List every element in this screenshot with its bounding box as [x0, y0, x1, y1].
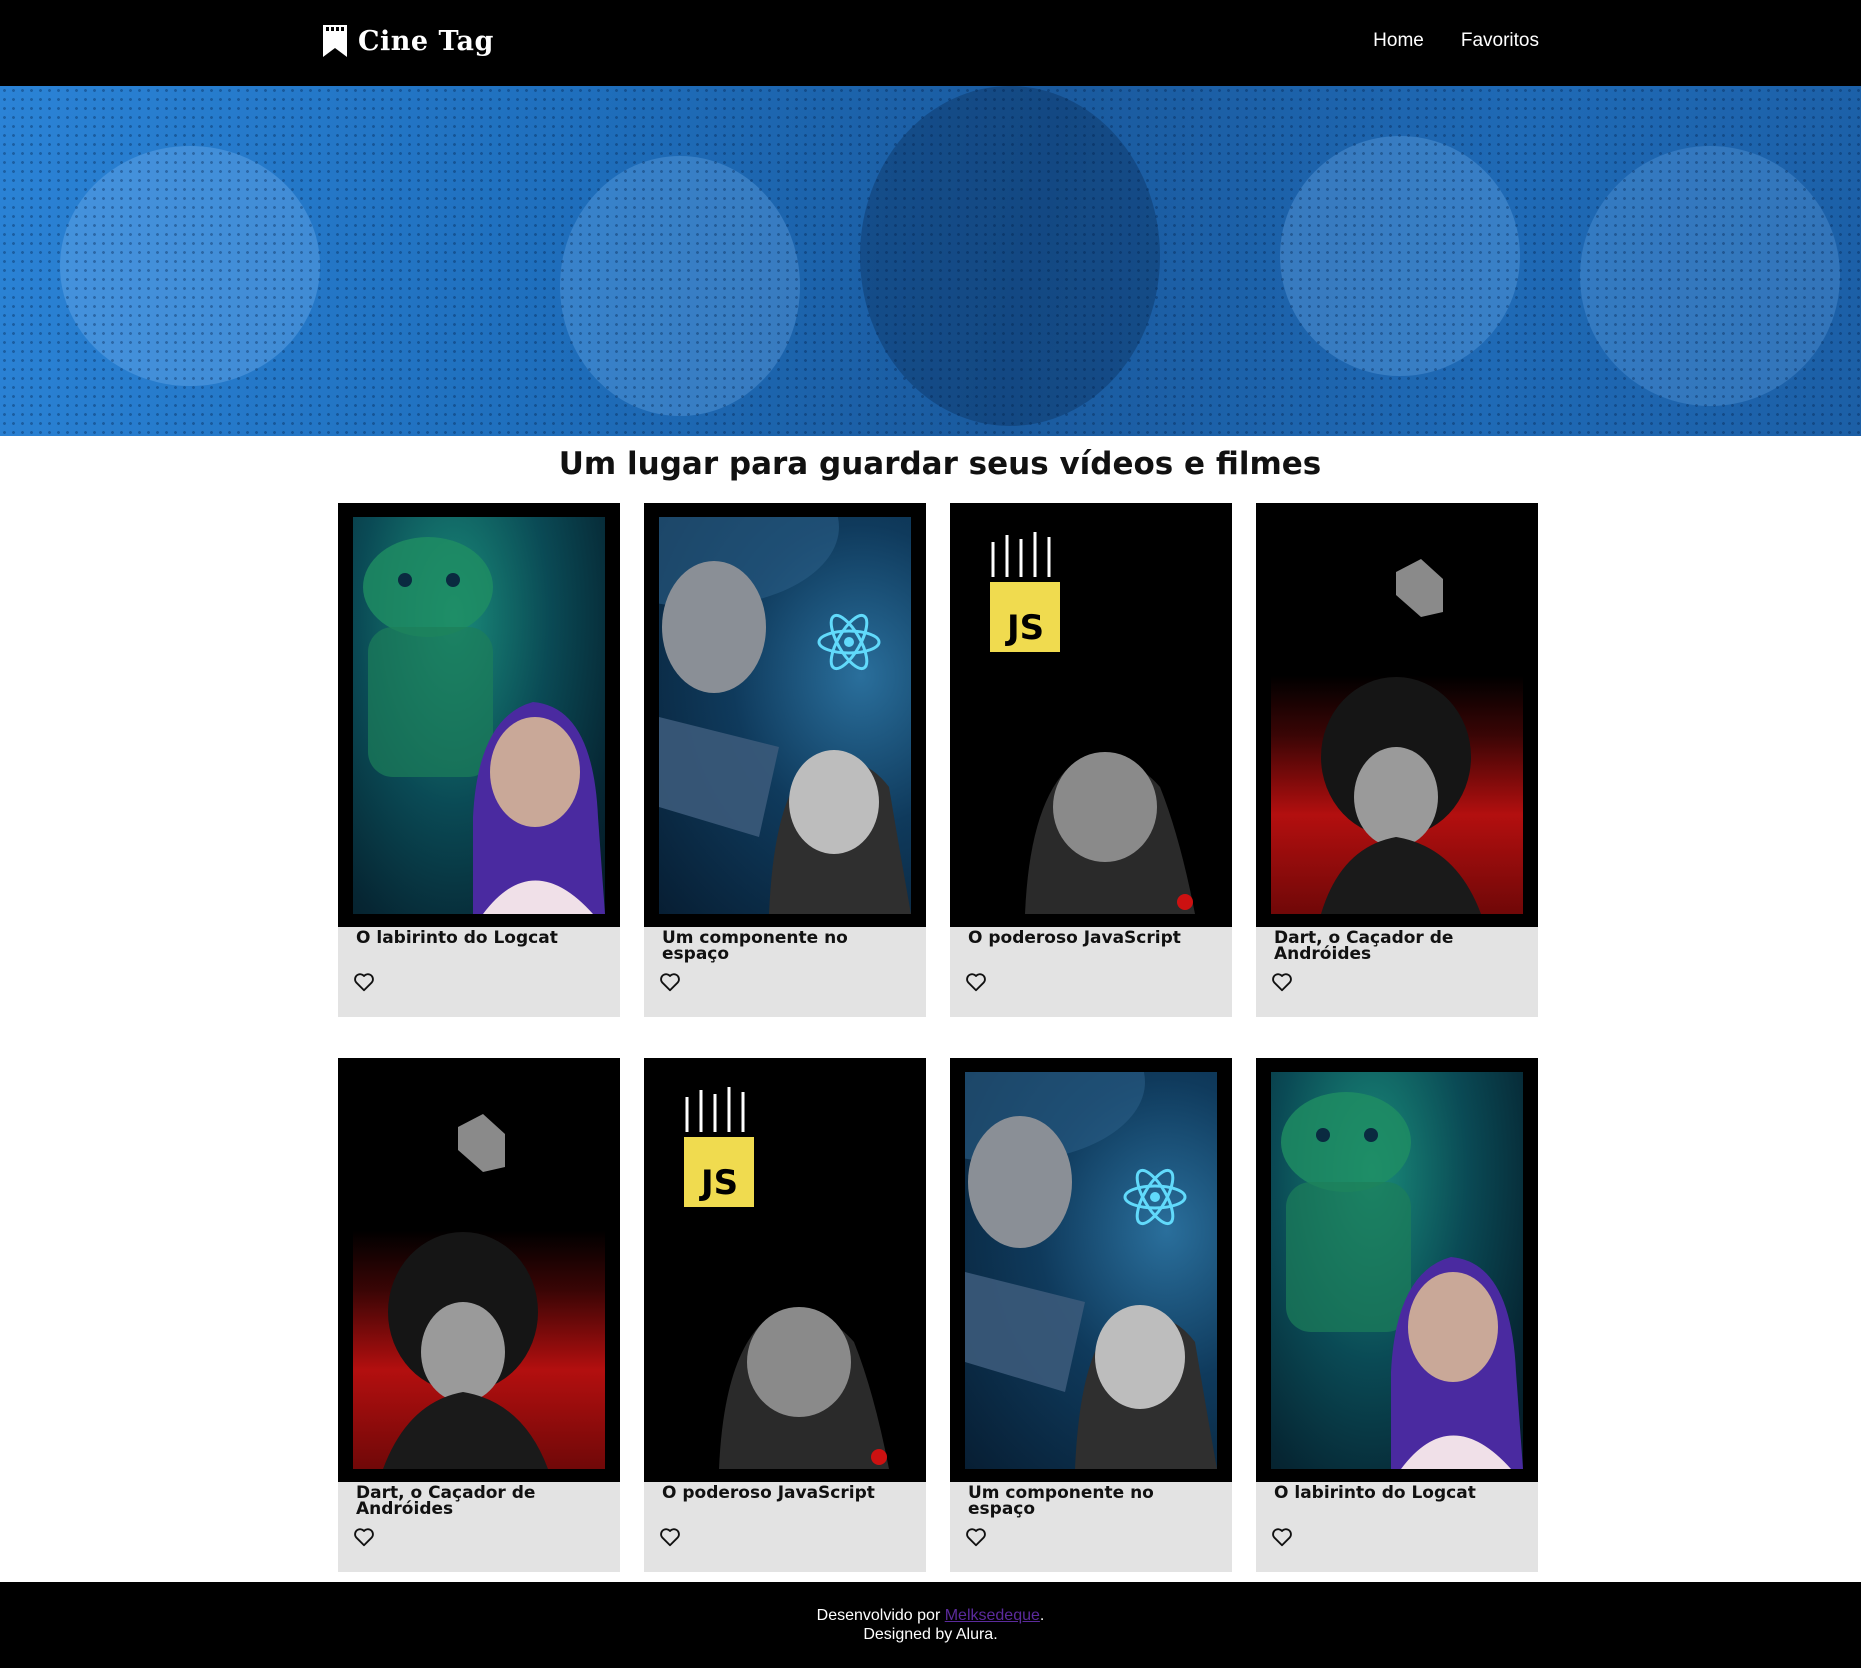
author-link[interactable]: Melksedeque: [945, 1607, 1040, 1624]
svg-text:JS: JS: [699, 1163, 738, 1203]
video-thumbnail[interactable]: [338, 503, 620, 927]
video-title: Dart, o Caçador de Andróides: [356, 1483, 536, 1519]
brand-logo[interactable]: Cine Tag: [322, 24, 494, 58]
heart-outline-icon[interactable]: [353, 1526, 375, 1548]
heart-outline-icon[interactable]: [1271, 1526, 1293, 1548]
video-title: Um componente no espaço: [968, 1483, 1154, 1519]
bookmark-icon: [323, 25, 347, 57]
hero-banner: [0, 86, 1861, 436]
video-grid: O labirinto do Logcat Um componente no e…: [338, 503, 1538, 1572]
brand-name: Cine Tag: [358, 25, 494, 57]
video-title: O poderoso JavaScript: [662, 1483, 875, 1503]
video-thumbnail[interactable]: [338, 1058, 620, 1482]
heart-outline-icon[interactable]: [1271, 971, 1293, 993]
video-card[interactable]: JS O poderoso JavaScript: [644, 1058, 926, 1572]
video-thumbnail[interactable]: [1256, 1058, 1538, 1482]
video-card[interactable]: Um componente no espaço: [644, 503, 926, 1017]
site-header: Cine Tag Home Favoritos: [0, 0, 1861, 86]
footer-designed-by: Designed by Alura.: [863, 1626, 998, 1643]
footer-credit: Desenvolvido por Melksedeque.: [0, 1606, 1861, 1625]
video-title: O labirinto do Logcat: [1274, 1483, 1476, 1503]
video-card[interactable]: JS O poderoso JavaScript: [950, 503, 1232, 1017]
video-card[interactable]: O labirinto do Logcat: [1256, 1058, 1538, 1572]
video-card[interactable]: Dart, o Caçador de Andróides: [1256, 503, 1538, 1017]
heart-outline-icon[interactable]: [659, 971, 681, 993]
page-title: Um lugar para guardar seus vídeos e film…: [558, 446, 1322, 482]
video-thumbnail[interactable]: [644, 503, 926, 927]
video-title: Um componente no espaço: [662, 928, 848, 964]
heart-outline-icon[interactable]: [965, 971, 987, 993]
video-title: Dart, o Caçador de Andróides: [1274, 928, 1454, 964]
video-thumbnail[interactable]: JS: [644, 1058, 926, 1482]
footer-prefix: Desenvolvido por: [816, 1607, 941, 1624]
heart-outline-icon[interactable]: [965, 1526, 987, 1548]
video-title: O poderoso JavaScript: [968, 928, 1181, 948]
video-card[interactable]: Um componente no espaço: [950, 1058, 1232, 1572]
svg-text:JS: JS: [1005, 608, 1044, 648]
video-thumbnail[interactable]: [950, 1058, 1232, 1482]
site-footer: Desenvolvido por Melksedeque. Designed b…: [0, 1582, 1861, 1668]
heart-outline-icon[interactable]: [353, 971, 375, 993]
video-title: O labirinto do Logcat: [356, 928, 558, 948]
heart-outline-icon[interactable]: [659, 1526, 681, 1548]
video-thumbnail[interactable]: JS: [950, 503, 1232, 927]
video-thumbnail[interactable]: [1256, 503, 1538, 927]
video-card[interactable]: O labirinto do Logcat: [338, 503, 620, 1017]
footer-suffix: .: [1039, 1607, 1045, 1624]
nav-favorites-link[interactable]: Favoritos: [1461, 30, 1539, 52]
nav-home-link[interactable]: Home: [1373, 30, 1424, 52]
main-nav: Home Favoritos: [1373, 30, 1539, 52]
video-card[interactable]: Dart, o Caçador de Andróides: [338, 1058, 620, 1572]
